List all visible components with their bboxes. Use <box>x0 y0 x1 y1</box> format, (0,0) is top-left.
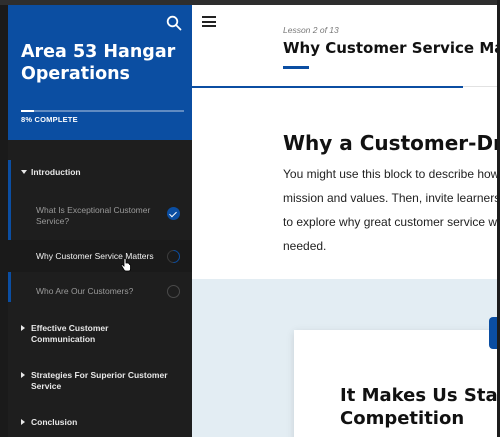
card-heading-line-1: It Makes Us Stand <box>340 385 500 406</box>
lesson-title-line-1: What Is Exceptional Customer <box>36 205 151 215</box>
card-heading: It Makes Us Stand Competition <box>340 384 500 430</box>
caret-right-icon <box>21 419 25 425</box>
lesson-scroll-progress <box>192 86 463 88</box>
lesson-who-are-our-customers[interactable]: Who Are Our Customers? <box>8 285 192 298</box>
course-title-line-1: Area 53 Hangar <box>21 42 176 62</box>
section-title-line-2: Communication <box>31 333 96 344</box>
body-line: to explore why great customer service wi <box>283 215 500 229</box>
not-started-icon <box>167 285 180 298</box>
section-effective-communication[interactable]: Effective Customer Communication <box>8 323 192 344</box>
course-progress-label: 8% COMPLETE <box>21 115 78 124</box>
section-title-line-2: Service <box>31 380 62 391</box>
sidebar-left-strip <box>0 5 8 437</box>
lesson-why-customer-service-matters[interactable]: Why Customer Service Matters <box>8 240 192 272</box>
section-title-line-1: Effective Customer <box>31 323 109 333</box>
lesson-content: Lesson 2 of 13 Why Customer Service Matt… <box>192 5 500 437</box>
menu-icon[interactable] <box>202 16 216 27</box>
lesson-title: Why Customer Service Matte <box>283 39 500 57</box>
lesson-title-line-2: Service? <box>36 216 70 226</box>
body-line: mission and values. Then, invite learner… <box>283 191 500 205</box>
course-progress-fill <box>21 110 35 112</box>
course-header: Area 53 Hangar Operations 8% COMPLETE <box>8 5 192 140</box>
complete-check-icon <box>167 207 180 220</box>
lesson-what-is-exceptional[interactable]: What Is Exceptional Customer Service? <box>8 205 192 227</box>
course-progress-bar <box>21 110 184 112</box>
pointer-cursor-icon <box>120 258 131 272</box>
course-sidebar: Area 53 Hangar Operations 8% COMPLETE In… <box>0 5 192 437</box>
caret-right-icon <box>21 372 25 378</box>
content-card: It Makes Us Stand Competition <box>294 330 500 437</box>
lesson-title-line-1: Who Are Our Customers? <box>36 286 134 296</box>
section-introduction[interactable]: Introduction <box>8 167 192 178</box>
content-body: You might use this block to describe how… <box>283 162 500 258</box>
title-underline <box>283 66 309 69</box>
caret-right-icon <box>21 325 25 331</box>
section-title: Conclusion <box>31 417 78 427</box>
lesson-title-line-1: Why Customer Service Matters <box>36 251 154 261</box>
lesson-header: Lesson 2 of 13 Why Customer Service Matt… <box>192 5 500 87</box>
active-section-indicator <box>8 160 11 302</box>
section-strategies[interactable]: Strategies For Superior Customer Service <box>8 370 192 391</box>
section-title: Introduction <box>31 167 81 177</box>
lesson-counter: Lesson 2 of 13 <box>283 25 339 35</box>
course-title: Area 53 Hangar Operations <box>21 41 181 85</box>
section-conclusion[interactable]: Conclusion <box>8 417 192 428</box>
content-heading: Why a Customer-Driv <box>283 131 500 155</box>
search-icon[interactable] <box>166 15 182 31</box>
body-line: You might use this block to describe how <box>283 167 500 181</box>
body-line: needed. <box>283 239 327 253</box>
in-progress-icon <box>164 247 183 266</box>
course-title-line-2: Operations <box>21 64 130 84</box>
caret-down-icon <box>21 170 27 174</box>
card-heading-line-2: Competition <box>340 408 465 429</box>
section-title-line-1: Strategies For Superior Customer <box>31 370 168 380</box>
